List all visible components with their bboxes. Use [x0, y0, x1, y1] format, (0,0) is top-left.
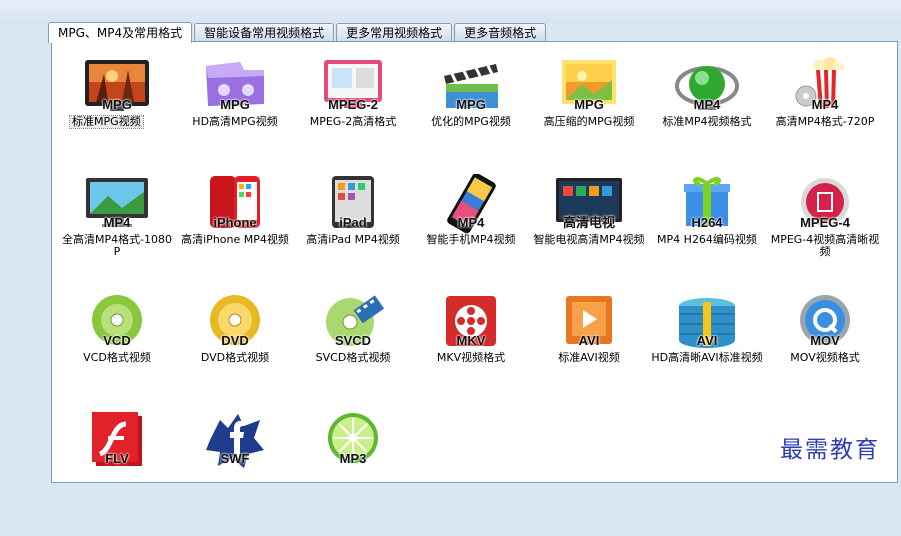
format-badge: MKV: [456, 333, 486, 348]
format-item-mpg-standard[interactable]: MPG 标准MPG视频: [58, 52, 176, 170]
format-label: 全高清MP4格式-1080P: [61, 233, 173, 258]
format-label: MOV视频格式: [790, 351, 860, 364]
format-label: VCD格式视频: [83, 351, 151, 364]
format-badge: 高清电视: [562, 215, 615, 230]
format-badge: DVD: [221, 333, 249, 348]
tab-more-audio[interactable]: 更多音频格式: [454, 23, 547, 42]
format-label: 标准AVI视频: [558, 351, 620, 364]
format-item-mpeg4[interactable]: MPEG-4 MPEG-4视频高清晰视频: [766, 170, 884, 288]
format-item-avi-hd[interactable]: AVI HD高清晰AVI标准视频: [648, 288, 766, 406]
format-badge: MP4: [103, 215, 131, 230]
format-label: 高清iPhone MP4视频: [181, 233, 289, 246]
format-badge: MP4: [693, 97, 721, 112]
format-label: 标准MP4视频格式: [662, 115, 752, 128]
format-label: 高压缩的MPG视频: [543, 115, 635, 128]
format-label: 高清MP4格式-720P: [775, 115, 875, 128]
tab-more-video[interactable]: 更多常用视频格式: [336, 23, 453, 42]
format-badge: AVI: [578, 333, 600, 348]
format-label: HD高清晰AVI标准视频: [651, 351, 763, 364]
format-item-smartphone[interactable]: MP4 智能手机MP4视频: [412, 170, 530, 288]
format-badge: H264: [691, 215, 723, 230]
format-item-mp4-standard[interactable]: MP4 标准MP4视频格式: [648, 52, 766, 170]
format-item-svcd[interactable]: SVCD SVCD格式视频: [294, 288, 412, 406]
format-item-h264[interactable]: H264 MP4 H264编码视频: [648, 170, 766, 288]
format-badge: SVCD: [334, 333, 372, 348]
format-item-dvd[interactable]: DVD DVD格式视频: [176, 288, 294, 406]
format-badge: MPG: [574, 97, 604, 112]
format-item-ipad[interactable]: iPad 高清iPad MP4视频: [294, 170, 412, 288]
format-badge: MPEG-2: [328, 97, 378, 112]
format-badge: FLV: [105, 451, 129, 466]
format-item-mp3[interactable]: MP3: [294, 406, 412, 536]
top-band: [0, 0, 901, 24]
format-badge: MP3: [339, 451, 367, 466]
format-item-swf[interactable]: SWF: [176, 406, 294, 536]
watermark: 最需教育: [780, 437, 880, 463]
format-badge: iPhone: [213, 215, 257, 230]
format-item-smart-tv[interactable]: 高清电视 智能电视高清MP4视频: [530, 170, 648, 288]
format-item-vcd[interactable]: VCD VCD格式视频: [58, 288, 176, 406]
tab-mpg-mp4[interactable]: MPG、MP4及常用格式: [48, 22, 193, 43]
format-label: 标准MPG视频: [69, 115, 144, 129]
format-label: MPEG-2高清格式: [309, 115, 397, 128]
format-label: DVD格式视频: [200, 351, 270, 364]
format-item-flv[interactable]: FLV: [58, 406, 176, 536]
format-badge: MOV: [810, 333, 840, 348]
format-label: 智能电视高清MP4视频: [533, 233, 645, 246]
format-label: 优化的MPG视频: [431, 115, 511, 128]
format-item-iphone[interactable]: iPhone 高清iPhone MP4视频: [176, 170, 294, 288]
format-label: MKV视频格式: [436, 351, 506, 364]
format-label: 高清iPad MP4视频: [306, 233, 400, 246]
format-badge: SWF: [220, 451, 250, 466]
format-label: MPEG-4视频高清晰视频: [770, 233, 880, 258]
format-badge: iPad: [339, 215, 367, 230]
format-badge: MP4: [457, 215, 485, 230]
format-grid: MPG 标准MPG视频 MPG HD高清MPG视频 MPEG-2 MPEG-2高…: [58, 52, 884, 536]
format-tabs: MPG、MP4及常用格式 智能设备常用视频格式 更多常用视频格式 更多音频格式: [48, 22, 548, 43]
format-item-mpg-compressed[interactable]: MPG 高压缩的MPG视频: [530, 52, 648, 170]
format-item-mpg-hd[interactable]: MPG HD高清MPG视频: [176, 52, 294, 170]
format-badge: VCD: [103, 333, 131, 348]
format-item-mpeg2[interactable]: MPEG-2 MPEG-2高清格式: [294, 52, 412, 170]
format-badge: MP4: [811, 97, 839, 112]
format-badge: AVI: [696, 333, 718, 348]
format-item-mp4-1080p[interactable]: MP4 全高清MP4格式-1080P: [58, 170, 176, 288]
format-badge: MPG: [102, 97, 132, 112]
format-item-mpg-optimized[interactable]: MPG 优化的MPG视频: [412, 52, 530, 170]
format-label: SVCD格式视频: [315, 351, 391, 364]
format-item-mov[interactable]: MOV MOV视频格式: [766, 288, 884, 406]
format-panel: MPG 标准MPG视频 MPG HD高清MPG视频 MPEG-2 MPEG-2高…: [51, 41, 898, 483]
tab-smart-devices[interactable]: 智能设备常用视频格式: [194, 23, 335, 42]
format-item-mkv[interactable]: MKV MKV视频格式: [412, 288, 530, 406]
format-label: HD高清MPG视频: [192, 115, 278, 128]
format-badge: MPG: [456, 97, 486, 112]
format-label: 智能手机MP4视频: [426, 233, 516, 246]
format-badge: MPG: [220, 97, 250, 112]
format-item-mp4-720p[interactable]: MP4 高清MP4格式-720P: [766, 52, 884, 170]
format-label: MP4 H264编码视频: [657, 233, 757, 246]
format-badge: MPEG-4: [800, 215, 850, 230]
format-item-avi-standard[interactable]: AVI 标准AVI视频: [530, 288, 648, 406]
